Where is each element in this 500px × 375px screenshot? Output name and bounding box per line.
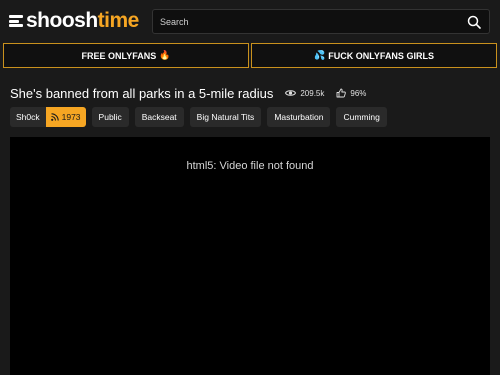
promo-free-onlyfans[interactable]: FREE ONLYFANS 🔥	[3, 43, 249, 68]
site-logo[interactable]: shooshtime	[9, 10, 139, 32]
logo-text: shooshtime	[26, 10, 139, 32]
channel-badge[interactable]: Sh0ck 1973	[10, 107, 86, 127]
search-box	[152, 9, 490, 34]
search-icon[interactable]	[463, 11, 485, 33]
droplets-icon: 💦	[314, 50, 326, 60]
hamburger-icon	[9, 15, 23, 27]
logo-text-part1: shoosh	[26, 9, 98, 32]
search-input[interactable]	[153, 16, 463, 27]
subscribe-button[interactable]: 1973	[45, 107, 86, 127]
promo-label: FUCK ONLYFANS GIRLS	[328, 50, 434, 61]
video-info: She's banned from all parks in a 5-mile …	[10, 84, 490, 102]
channel-name[interactable]: Sh0ck	[10, 107, 46, 127]
video-title: She's banned from all parks in a 5-mile …	[10, 85, 274, 101]
promo-onlyfans-girls[interactable]: 💦 FUCK ONLYFANS GIRLS	[251, 43, 497, 68]
rss-icon	[50, 113, 59, 121]
views-count: 209.5k	[300, 88, 325, 98]
eye-icon	[285, 90, 297, 96]
tag-list: Sh0ck 1973 Public Backseat Big Natural T…	[10, 107, 393, 127]
video-player[interactable]: html5: Video file not found	[10, 137, 490, 375]
tag-cumming[interactable]: Cumming	[336, 107, 387, 127]
tag-backseat[interactable]: Backseat	[134, 107, 184, 127]
subscriber-count: 1973	[61, 112, 81, 122]
tag-big-natural-tits[interactable]: Big Natural Tits	[189, 107, 262, 127]
rating-value: 96%	[350, 88, 367, 98]
views-stat: 209.5k	[285, 89, 324, 98]
tag-public[interactable]: Public	[91, 107, 129, 127]
rating-stat[interactable]: 96%	[336, 88, 366, 98]
logo-text-part2: time	[97, 9, 140, 32]
player-error-message: html5: Video file not found	[186, 160, 314, 172]
thumbs-up-icon	[336, 88, 347, 98]
site-header: shooshtime	[0, 0, 500, 42]
promo-label: FREE ONLYFANS	[81, 50, 157, 61]
tag-masturbation[interactable]: Masturbation	[267, 107, 331, 127]
fire-icon: 🔥	[159, 50, 171, 60]
